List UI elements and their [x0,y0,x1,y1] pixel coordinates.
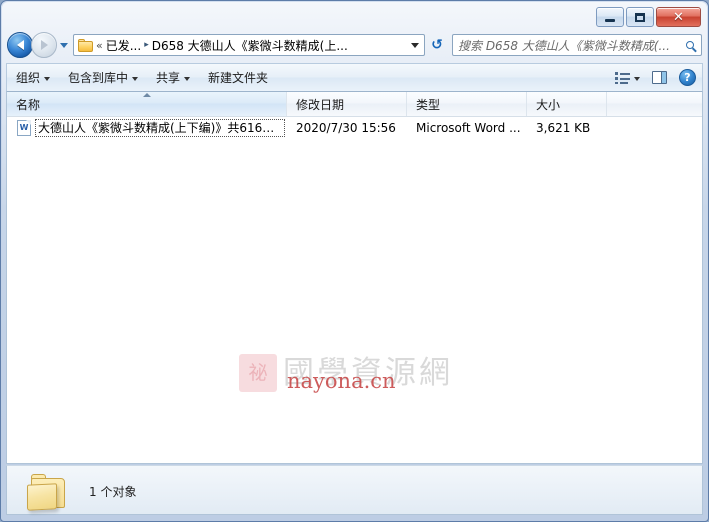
address-dropdown-button[interactable] [406,35,424,55]
help-icon: ? [679,69,696,86]
chevron-down-icon [634,76,640,81]
arrow-right-icon [40,40,48,50]
file-name-cell[interactable]: W 大德山人《紫微斗数精成(上下编)》共616页... [7,118,287,137]
chevron-right-icon[interactable]: ▸ [144,40,149,50]
column-header-filler [607,92,702,116]
back-button[interactable] [7,32,33,58]
search-box[interactable]: 搜索 D658 大德山人《紫微斗数精成(... [452,34,702,56]
search-icon [679,35,701,55]
folder-icon [27,474,69,514]
preview-pane-button[interactable] [646,66,673,90]
refresh-button[interactable]: ↺ [426,34,448,56]
window-controls: ✕ [596,7,701,27]
column-headers: 名称 修改日期 类型 大小 [7,92,702,117]
chevron-down-icon [44,76,51,81]
minimize-icon [605,18,615,22]
column-header-date-label: 修改日期 [296,97,345,112]
watermark-chinese-text: 國學資源網 [283,354,453,391]
close-icon: ✕ [673,9,684,25]
address-bar-row: « 已发... ▸ D658 大德山人《紫微斗数精成(上... ↺ 搜索 D65… [7,31,702,59]
breadcrumb-item-2[interactable]: D658 大德山人《紫微斗数精成(上... [152,37,348,54]
chevron-down-icon [411,42,419,48]
chevron-down-icon [184,76,191,81]
refresh-icon: ↺ [431,37,443,53]
watermark-latin-text: nayona.cn [287,369,396,393]
help-button[interactable]: ? [673,66,702,90]
file-list-pane: 名称 修改日期 类型 大小 W 大德山人《紫微斗数精成(上下编)》共616页..… [6,92,703,464]
breadcrumb-item-1[interactable]: 已发... [106,37,141,54]
explorer-window: ✕ « 已发... ▸ D658 大德山人《紫微斗数精成(上... ↺ 搜索 D… [0,0,709,522]
watermark: 祕 國學資源網 nayona.cn [239,354,453,392]
folder-icon [78,38,93,52]
column-header-name[interactable]: 名称 [7,92,287,116]
preview-pane-icon [652,71,667,84]
forward-button[interactable] [31,32,57,58]
change-view-button[interactable] [609,66,646,90]
watermark-logo: 祕 [239,354,277,392]
minimize-button[interactable] [596,7,624,27]
address-bar[interactable]: « 已发... ▸ D658 大德山人《紫微斗数精成(上... [73,34,425,56]
table-row[interactable]: W 大德山人《紫微斗数精成(上下编)》共616页... 2020/7/30 15… [7,117,702,138]
column-header-type-label: 类型 [416,97,441,112]
new-folder-label: 新建文件夹 [208,71,269,85]
file-type-cell: Microsoft Word ... [416,120,521,135]
close-button[interactable]: ✕ [656,7,701,27]
status-text: 1 个对象 [89,485,137,499]
column-header-size-label: 大小 [536,97,561,112]
share-with-label: 共享 [156,71,181,85]
organize-button[interactable]: 组织 [7,66,59,90]
file-size-cell: 3,621 KB [536,120,591,135]
arrow-left-icon [16,40,24,50]
column-header-name-label: 名称 [16,97,41,112]
restore-icon [635,12,645,22]
column-header-date[interactable]: 修改日期 [287,92,407,116]
status-bar: 1 个对象 [6,465,703,515]
search-input[interactable]: 搜索 D658 大德山人《紫微斗数精成(... [453,37,679,54]
chevron-down-icon [132,76,139,81]
title-bar: ✕ [5,4,704,30]
sort-ascending-icon [142,93,151,97]
new-folder-button[interactable]: 新建文件夹 [199,66,277,90]
file-date-cell: 2020/7/30 15:56 [296,120,396,135]
include-in-library-button[interactable]: 包含到库中 [59,66,147,90]
breadcrumb: « 已发... ▸ D658 大德山人《紫微斗数精成(上... [96,37,406,54]
breadcrumb-overflow[interactable]: « [96,39,103,52]
file-list: W 大德山人《紫微斗数精成(上下编)》共616页... 2020/7/30 15… [7,117,702,463]
organize-label: 组织 [16,71,41,85]
chevron-down-icon [60,42,68,48]
recent-locations-button[interactable] [57,42,71,48]
column-header-size[interactable]: 大小 [527,92,607,116]
file-name-label: 大德山人《紫微斗数精成(上下编)》共616页... [35,118,285,137]
column-header-type[interactable]: 类型 [407,92,527,116]
include-in-library-label: 包含到库中 [68,71,129,85]
view-list-icon [615,71,630,84]
share-with-button[interactable]: 共享 [147,66,199,90]
word-document-icon: W [17,119,31,136]
command-bar: 组织 包含到库中 共享 新建文件夹 ? [6,63,703,92]
restore-button[interactable] [626,7,654,27]
word-icon-letter: W [19,122,29,132]
